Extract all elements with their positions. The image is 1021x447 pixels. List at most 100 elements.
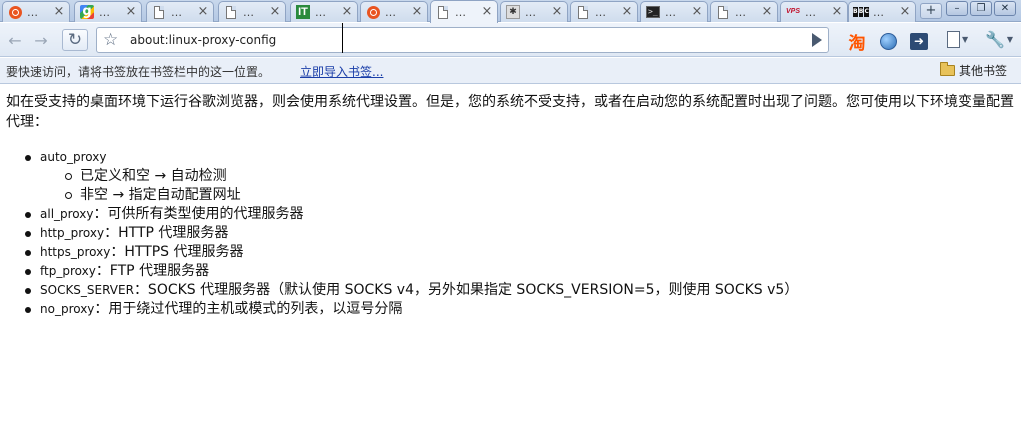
tab-9[interactable]: … ×: [570, 1, 638, 22]
wrench-menu-button[interactable]: 🔧 ▼: [985, 30, 1013, 49]
var-desc: ：HTTP 代理服务器: [104, 225, 229, 241]
tab-title: …: [315, 5, 327, 19]
reload-button[interactable]: ↻: [62, 29, 88, 51]
list-item-no-proxy: no_proxy：用于绕过代理的主机或模式的列表，以逗号分隔: [25, 300, 1016, 319]
bbc-icon: BBC: [853, 7, 870, 17]
tab-title: …: [171, 5, 183, 19]
close-icon[interactable]: ×: [551, 5, 563, 18]
close-icon[interactable]: ×: [481, 5, 493, 18]
list-item-https-proxy: https_proxy：HTTPS 代理服务器: [25, 243, 1016, 262]
other-bookmarks-button[interactable]: 其他书签: [940, 62, 1007, 79]
close-icon[interactable]: ×: [269, 5, 281, 18]
vps-icon: VPS: [786, 8, 801, 15]
var-desc: ：可供所有类型使用的代理服务器: [93, 206, 304, 222]
sub-list-item: 非空 → 指定自动配置网址: [65, 186, 1016, 205]
document-icon: [716, 5, 730, 19]
mouse-cursor: [342, 23, 343, 53]
tab-title: …: [665, 5, 677, 19]
wrench-icon: 🔧: [985, 30, 1005, 49]
var-desc: ：用于绕过代理的主机或模式的列表，以逗号分隔: [94, 301, 403, 317]
intro-paragraph: 如在受支持的桌面环境下运行谷歌浏览器，则会使用系统代理设置。但是，您的系统不受支…: [6, 94, 1014, 130]
bookmark-bar-hint: 要快速访问，请将书签放在书签栏中的这一位置。: [6, 65, 271, 79]
window-close-button[interactable]: ✕: [994, 1, 1016, 16]
close-icon[interactable]: ×: [621, 5, 633, 18]
back-button[interactable]: ←: [4, 29, 26, 51]
env-var-list: auto_proxy 已定义和空 → 自动检测 非空 → 指定自动配置网址 al…: [25, 148, 1016, 319]
tab-5[interactable]: IT … ×: [290, 1, 358, 22]
tab-3[interactable]: … ×: [146, 1, 214, 22]
tab-6[interactable]: … ×: [360, 1, 428, 22]
tab-title: …: [735, 5, 747, 19]
var-name: ftp_proxy: [40, 264, 96, 278]
browser-toolbar: ← → ↻ ☆ about:linux-proxy-config 淘 ➜ ▼ 🔧…: [0, 23, 1021, 57]
tab-10[interactable]: >_ … ×: [640, 1, 708, 22]
other-bookmarks-label: 其他书签: [959, 64, 1008, 78]
chevron-down-icon: ▼: [1006, 35, 1014, 44]
page-content: 如在受支持的桌面环境下运行谷歌浏览器，则会使用系统代理设置。但是，您的系统不受支…: [6, 92, 1016, 319]
go-icon[interactable]: [812, 33, 822, 47]
close-icon[interactable]: ×: [831, 5, 843, 18]
close-icon[interactable]: ×: [341, 5, 353, 18]
tab-12[interactable]: VPS … ×: [780, 1, 848, 22]
it-icon: IT: [296, 5, 310, 19]
bookmark-bar: 要快速访问，请将书签放在书签栏中的这一位置。 立即导入书签... 其他书签: [0, 58, 1021, 84]
list-item-ftp-proxy: ftp_proxy：FTP 代理服务器: [25, 262, 1016, 281]
close-icon[interactable]: ×: [761, 5, 773, 18]
list-item-http-proxy: http_proxy：HTTP 代理服务器: [25, 224, 1016, 243]
list-item-auto-proxy: auto_proxy 已定义和空 → 自动检测 非空 → 指定自动配置网址: [25, 148, 1016, 205]
close-icon[interactable]: ×: [691, 5, 703, 18]
cat-icon: ✱: [506, 5, 520, 19]
minimize-button[interactable]: –: [946, 1, 968, 16]
new-tab-button[interactable]: +: [920, 3, 942, 19]
tab-title: …: [873, 5, 885, 19]
chevron-down-icon: ▼: [962, 35, 969, 44]
url-text[interactable]: about:linux-proxy-config: [130, 33, 276, 47]
tab-1[interactable]: … ×: [2, 1, 70, 22]
ubuntu-icon: [366, 5, 380, 19]
address-bar[interactable]: ☆ about:linux-proxy-config: [96, 23, 829, 53]
tab-title: …: [525, 5, 537, 19]
folder-icon: [940, 62, 955, 76]
taobao-extension-icon[interactable]: 淘: [847, 31, 867, 54]
tab-4[interactable]: … ×: [218, 1, 286, 22]
tab-11[interactable]: … ×: [710, 1, 778, 22]
tab-strip: … × g … × … × … × IT … × … × … × ✱ … × ……: [0, 0, 1021, 23]
list-item-socks-server: SOCKS_SERVER：SOCKS 代理服务器（默认使用 SOCKS v4，另…: [25, 281, 1016, 300]
bookmark-star-icon[interactable]: ☆: [103, 30, 118, 50]
tab-2[interactable]: g … ×: [74, 1, 142, 22]
document-icon: [436, 5, 450, 19]
tab-active-linux-proxy-config[interactable]: … ×: [430, 0, 498, 23]
terminal-icon: >_: [646, 5, 660, 19]
page-icon: [947, 31, 960, 48]
tab-title: …: [27, 5, 39, 19]
var-name: https_proxy: [40, 245, 111, 259]
var-desc: ：FTP 代理服务器: [95, 263, 210, 279]
close-icon[interactable]: ×: [125, 5, 137, 18]
list-item-all-proxy: all_proxy：可供所有类型使用的代理服务器: [25, 205, 1016, 224]
page-menu-button[interactable]: ▼: [947, 31, 968, 48]
maximize-button[interactable]: ❐: [970, 1, 992, 16]
tab-8[interactable]: ✱ … ×: [500, 1, 568, 22]
close-icon[interactable]: ×: [53, 5, 65, 18]
document-icon: [152, 5, 166, 19]
import-bookmarks-link[interactable]: 立即导入书签...: [300, 63, 383, 80]
close-icon[interactable]: ×: [197, 5, 209, 18]
var-desc: ：HTTPS 代理服务器: [110, 244, 244, 260]
document-icon: [576, 5, 590, 19]
reload-icon: ↻: [67, 30, 83, 50]
forward-button[interactable]: →: [30, 29, 52, 51]
sub-list-item: 已定义和空 → 自动检测: [65, 167, 1016, 186]
tab-13[interactable]: BBC … ×: [848, 1, 916, 22]
ubuntu-icon: [8, 5, 22, 19]
tab-title: …: [385, 5, 397, 19]
document-icon: [224, 5, 238, 19]
close-icon[interactable]: ×: [899, 5, 911, 18]
tab-title: …: [99, 5, 111, 19]
var-name: SOCKS_SERVER: [40, 283, 134, 297]
tab-title: …: [243, 5, 255, 19]
tab-title: …: [805, 5, 817, 19]
share-extension-icon[interactable]: ➜: [909, 31, 929, 51]
globe-extension-icon[interactable]: [878, 31, 898, 51]
close-icon[interactable]: ×: [411, 5, 423, 18]
var-desc: ：SOCKS 代理服务器（默认使用 SOCKS v4，另外如果指定 SOCKS_…: [133, 282, 799, 298]
